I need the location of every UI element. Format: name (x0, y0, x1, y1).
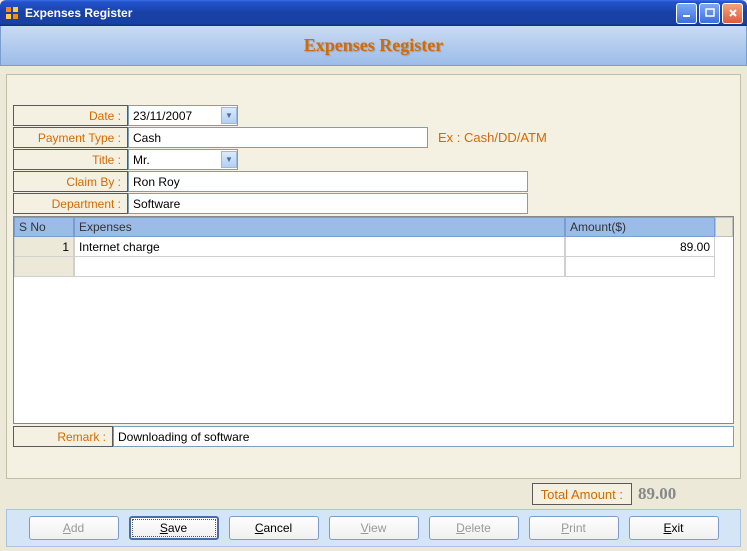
total-amount-value: 89.00 (632, 483, 737, 505)
cell-expense[interactable]: Internet charge (74, 237, 565, 257)
date-value: 23/11/2007 (133, 109, 192, 123)
minimize-button[interactable] (676, 3, 697, 24)
department-label: Department : (13, 193, 128, 214)
cancel-button[interactable]: Cancel (229, 516, 319, 540)
cell-amount[interactable] (565, 257, 715, 277)
table-row[interactable]: 1 Internet charge 89.00 (14, 237, 733, 257)
payment-type-label: Payment Type : (13, 127, 128, 148)
grid-scroll-corner (715, 217, 733, 237)
cell-sno[interactable]: 1 (14, 237, 74, 257)
grid-header-sno[interactable]: S No (14, 217, 74, 237)
close-button[interactable] (722, 3, 743, 24)
title-value: Mr. (133, 153, 150, 167)
chevron-down-icon[interactable]: ▼ (221, 151, 237, 168)
save-button[interactable]: Save (129, 516, 219, 540)
exit-button[interactable]: Exit (629, 516, 719, 540)
date-label: Date : (13, 105, 128, 126)
claim-by-input[interactable] (128, 171, 528, 192)
window-title: Expenses Register (25, 6, 132, 20)
remark-label: Remark : (13, 426, 113, 447)
page-title: Expenses Register (304, 35, 443, 56)
department-input[interactable] (128, 193, 528, 214)
title-label: Title : (13, 149, 128, 170)
grid-header-amount[interactable]: Amount($) (565, 217, 715, 237)
payment-type-input[interactable] (128, 127, 428, 148)
cell-sno[interactable] (14, 257, 74, 277)
maximize-button[interactable] (699, 3, 720, 24)
chevron-down-icon[interactable]: ▼ (221, 107, 237, 124)
add-button[interactable]: Add (29, 516, 119, 540)
expenses-grid: S No Expenses Amount($) 1 Internet charg… (13, 216, 734, 424)
date-field[interactable]: 23/11/2007 ▼ (128, 105, 238, 126)
header-band: Expenses Register (0, 26, 747, 66)
table-row[interactable] (14, 257, 733, 277)
payment-type-hint: Ex : Cash/DD/ATM (428, 127, 547, 148)
grid-header-expense[interactable]: Expenses (74, 217, 565, 237)
total-amount-label: Total Amount : (532, 483, 632, 505)
delete-button[interactable]: Delete (429, 516, 519, 540)
title-select[interactable]: Mr. ▼ (128, 149, 238, 170)
view-button[interactable]: View (329, 516, 419, 540)
print-button[interactable]: Print (529, 516, 619, 540)
window-titlebar[interactable]: Expenses Register (0, 0, 747, 26)
cell-expense[interactable] (74, 257, 565, 277)
app-icon (4, 5, 20, 21)
button-bar: Add Save Cancel View Delete Print Exit (6, 509, 741, 547)
cell-amount[interactable]: 89.00 (565, 237, 715, 257)
remark-input[interactable] (113, 426, 734, 447)
claim-by-label: Claim By : (13, 171, 128, 192)
